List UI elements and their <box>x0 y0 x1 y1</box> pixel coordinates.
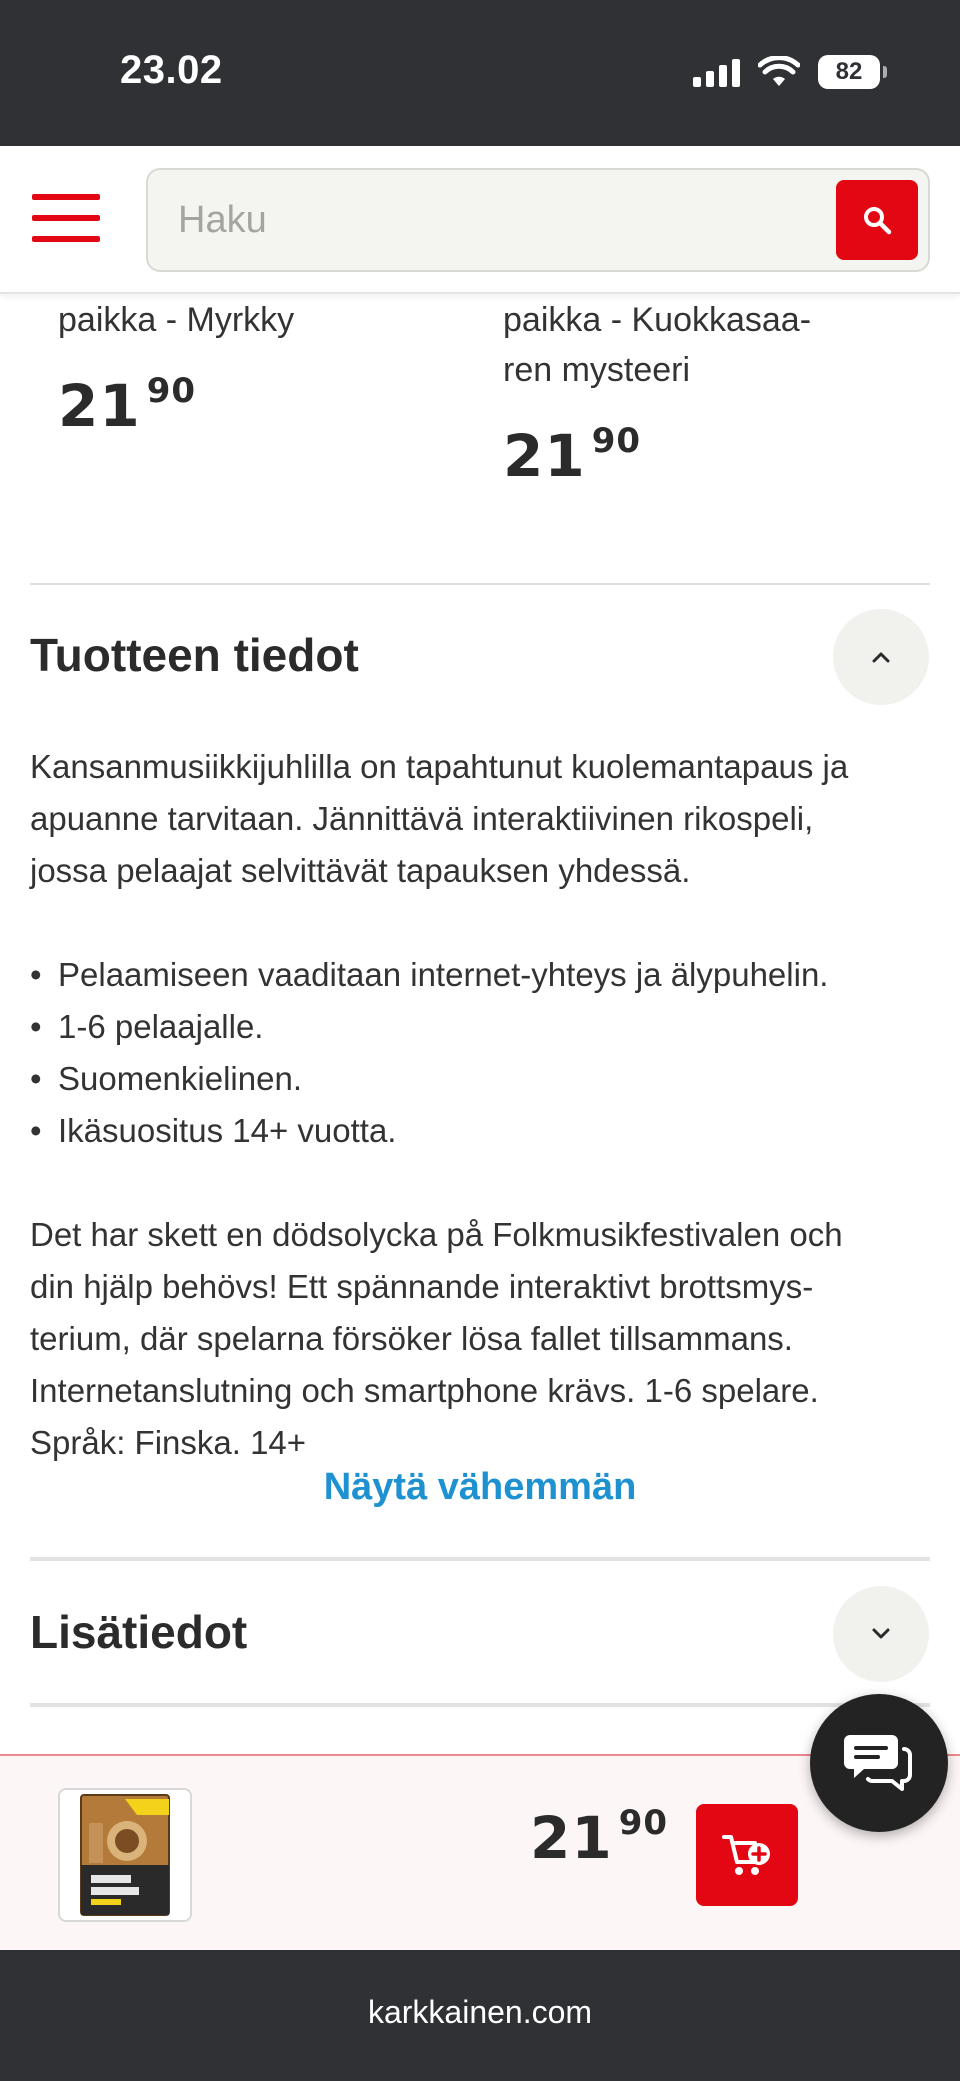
expand-additional-info-button[interactable] <box>833 1586 929 1682</box>
description-line-sv: Internetanslutning och smartphone krävs.… <box>30 1372 819 1409</box>
chat-bubbles-icon <box>844 1735 912 1791</box>
search-input[interactable] <box>178 170 818 270</box>
wifi-icon <box>758 56 800 86</box>
section-divider <box>30 1557 930 1561</box>
browser-address-bar: karkkainen.com <box>0 1950 960 2081</box>
product-description: Kansanmusiikkijuhlilla on tapahtunut kuo… <box>30 741 940 1469</box>
related-product-title[interactable]: paikka - Myrkky <box>58 295 294 345</box>
price-decimal: 90 <box>618 1803 669 1843</box>
feature-item: Ikäsuositus 14+ vuotta. <box>30 1105 940 1157</box>
add-to-cart-icon <box>722 1835 770 1875</box>
price-decimal: 90 <box>146 371 197 411</box>
status-bar: 23.02 82 <box>0 0 960 146</box>
collapse-product-info-button[interactable] <box>833 609 929 705</box>
product-box-thumbnail <box>58 1788 192 1922</box>
section-divider <box>30 583 930 585</box>
cellular-signal-icon <box>693 57 740 87</box>
sticky-price: 21 90 <box>530 1803 669 1872</box>
product-box-image <box>80 1794 170 1916</box>
hamburger-menu-icon[interactable] <box>32 194 100 242</box>
related-product-title-line2[interactable]: ren mysteeri <box>503 345 690 395</box>
search-icon <box>864 207 892 235</box>
description-line: jossa pelaajat selvittävät tapauksen yhd… <box>30 852 691 889</box>
section-divider <box>30 1703 930 1707</box>
chevron-down-icon <box>872 1628 890 1639</box>
feature-list: Pelaamiseen vaaditaan internet-yhteys ja… <box>30 949 940 1157</box>
description-line: apuanne tarvitaan. Jännittävä interaktii… <box>30 800 814 837</box>
search-box <box>146 168 930 272</box>
feature-item: 1-6 pelaajalle. <box>30 1001 940 1053</box>
description-line: Kansanmusiikkijuhlilla on tapahtunut kuo… <box>30 748 849 785</box>
additional-info-heading[interactable]: Lisätiedot <box>30 1605 247 1659</box>
add-to-cart-button[interactable] <box>696 1804 798 1906</box>
description-line-sv: Det har skett en dödsolycka på Folkmusik… <box>30 1216 843 1253</box>
description-line-sv: terium, där spelarna försöker lösa falle… <box>30 1320 793 1357</box>
description-line-sv: Språk: Finska. 14+ <box>30 1424 307 1461</box>
feature-item: Suomenkielinen. <box>30 1053 940 1105</box>
battery-icon: 82 <box>818 55 887 89</box>
show-less-link[interactable]: Näytä vähemmän <box>0 1466 960 1509</box>
status-time: 23.02 <box>120 48 223 92</box>
price-integer: 21 <box>58 372 141 440</box>
chat-button[interactable] <box>810 1694 948 1832</box>
chevron-up-icon <box>872 652 890 663</box>
search-button[interactable] <box>836 180 918 260</box>
description-line-sv: din hjälp behövs! Ett spännande interakt… <box>30 1268 814 1305</box>
product-info-heading[interactable]: Tuotteen tiedot <box>30 628 359 682</box>
battery-level: 82 <box>835 58 863 85</box>
related-product-price: 21 90 <box>58 371 197 440</box>
status-icons: 82 <box>693 52 887 92</box>
url-text[interactable]: karkkainen.com <box>0 1994 960 2031</box>
site-header <box>0 146 960 294</box>
price-integer: 21 <box>503 422 586 490</box>
price-integer: 21 <box>530 1804 613 1872</box>
feature-item: Pelaamiseen vaaditaan internet-yhteys ja… <box>30 949 940 1001</box>
related-product-title[interactable]: paikka - Kuokkasaa- <box>503 295 811 345</box>
related-product-price: 21 90 <box>503 421 642 490</box>
price-decimal: 90 <box>591 421 642 461</box>
